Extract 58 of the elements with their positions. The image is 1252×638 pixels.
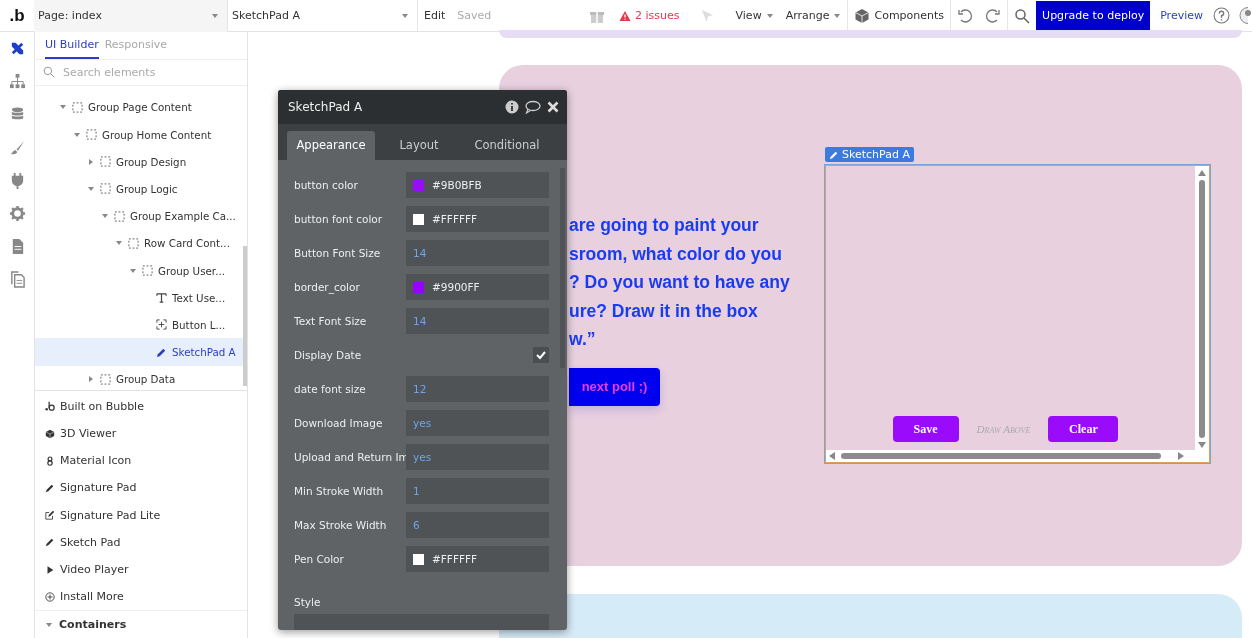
tree-item[interactable]: Group User... bbox=[35, 256, 247, 285]
element-tag[interactable]: SketchPad A bbox=[825, 147, 914, 162]
color-field[interactable]: #FFFFFF bbox=[406, 546, 549, 572]
property-label: Pen Color bbox=[294, 553, 345, 565]
sketch-pad[interactable]: Save Draw Above Clear bbox=[825, 165, 1210, 463]
plugin-item[interactable]: Install More bbox=[35, 583, 247, 611]
panel-tab[interactable]: Appearance bbox=[287, 131, 375, 160]
style-label: Style bbox=[294, 596, 322, 608]
tree-item[interactable]: Group Data bbox=[35, 365, 247, 393]
property-label: border_color bbox=[294, 281, 361, 293]
preview-link[interactable]: Preview bbox=[1150, 9, 1213, 22]
property-label: Display Date bbox=[294, 349, 363, 361]
plugin-item[interactable]: Built on Bubble bbox=[35, 392, 247, 420]
tree-item[interactable]: Group Logic bbox=[35, 175, 247, 203]
property-label: button font color bbox=[294, 213, 384, 225]
plugin-item[interactable]: Signature Pad bbox=[35, 474, 247, 502]
issues-link[interactable]: 2 issues bbox=[635, 9, 680, 22]
search-field[interactable]: Search elements bbox=[61, 64, 225, 80]
tree-item[interactable]: Row Card Cont... bbox=[35, 229, 247, 257]
property-label: Max Stroke Width bbox=[294, 519, 388, 531]
save-button[interactable]: Save bbox=[892, 416, 959, 442]
edit-menu[interactable]: Edit bbox=[418, 9, 452, 22]
tree-item[interactable]: Group Example Ca... bbox=[35, 202, 247, 230]
property-label: Text Font Size bbox=[294, 315, 368, 327]
menu-item[interactable]: Arrange bbox=[779, 9, 848, 22]
components-button[interactable]: Components bbox=[874, 9, 945, 22]
section-header[interactable]: Containers bbox=[35, 610, 247, 638]
saved-status: Saved bbox=[456, 9, 493, 22]
draw-hint: Draw Above bbox=[976, 422, 1031, 437]
color-field[interactable]: #9B0BFB bbox=[406, 172, 549, 198]
plugin-item[interactable]: Video Player bbox=[35, 555, 247, 584]
tree-item[interactable]: Group Page Content bbox=[35, 93, 247, 121]
logo[interactable]: .b bbox=[0, 5, 34, 26]
panel-title: SketchPad A bbox=[288, 100, 363, 114]
property-label: Download Image bbox=[294, 417, 384, 429]
property-label: button color bbox=[294, 179, 359, 191]
tree-item[interactable]: Button L... bbox=[35, 311, 247, 339]
tree-item[interactable]: Text Use... bbox=[35, 284, 247, 312]
tree-item[interactable]: Group Home Content bbox=[35, 121, 247, 149]
plugin-item[interactable]: Material Icon bbox=[35, 447, 247, 475]
property-label: date font size bbox=[294, 383, 367, 395]
panel-tab[interactable]: Layout bbox=[375, 131, 463, 160]
color-field[interactable]: #FFFFFF bbox=[406, 206, 549, 232]
upgrade-button[interactable]: Upgrade to deploy bbox=[1036, 0, 1151, 31]
clear-button[interactable]: Clear bbox=[1048, 416, 1119, 442]
sidebar-tab[interactable]: UI Builder bbox=[45, 32, 99, 59]
color-field[interactable]: #9900FF bbox=[406, 274, 549, 300]
page-dropdown[interactable]: Page: index bbox=[34, 0, 228, 32]
plugin-item[interactable]: Signature Pad Lite bbox=[35, 501, 247, 529]
menu-item[interactable]: View bbox=[729, 9, 780, 22]
property-label: Button Font Size bbox=[294, 247, 382, 259]
element-dropdown[interactable]: SketchPad A bbox=[228, 0, 418, 32]
question-text: are going to paint your sroom, what color do you ? Do you want to have any ure? Draw it in the box w.” bbox=[569, 214, 791, 351]
plugin-item[interactable]: 3D Viewer bbox=[35, 420, 247, 448]
property-label: Min Stroke Width bbox=[294, 485, 385, 497]
panel-tab[interactable]: Conditional bbox=[463, 131, 551, 160]
tree-item[interactable]: Group Design bbox=[35, 148, 247, 176]
plugin-item[interactable]: Sketch Pad bbox=[35, 528, 247, 556]
